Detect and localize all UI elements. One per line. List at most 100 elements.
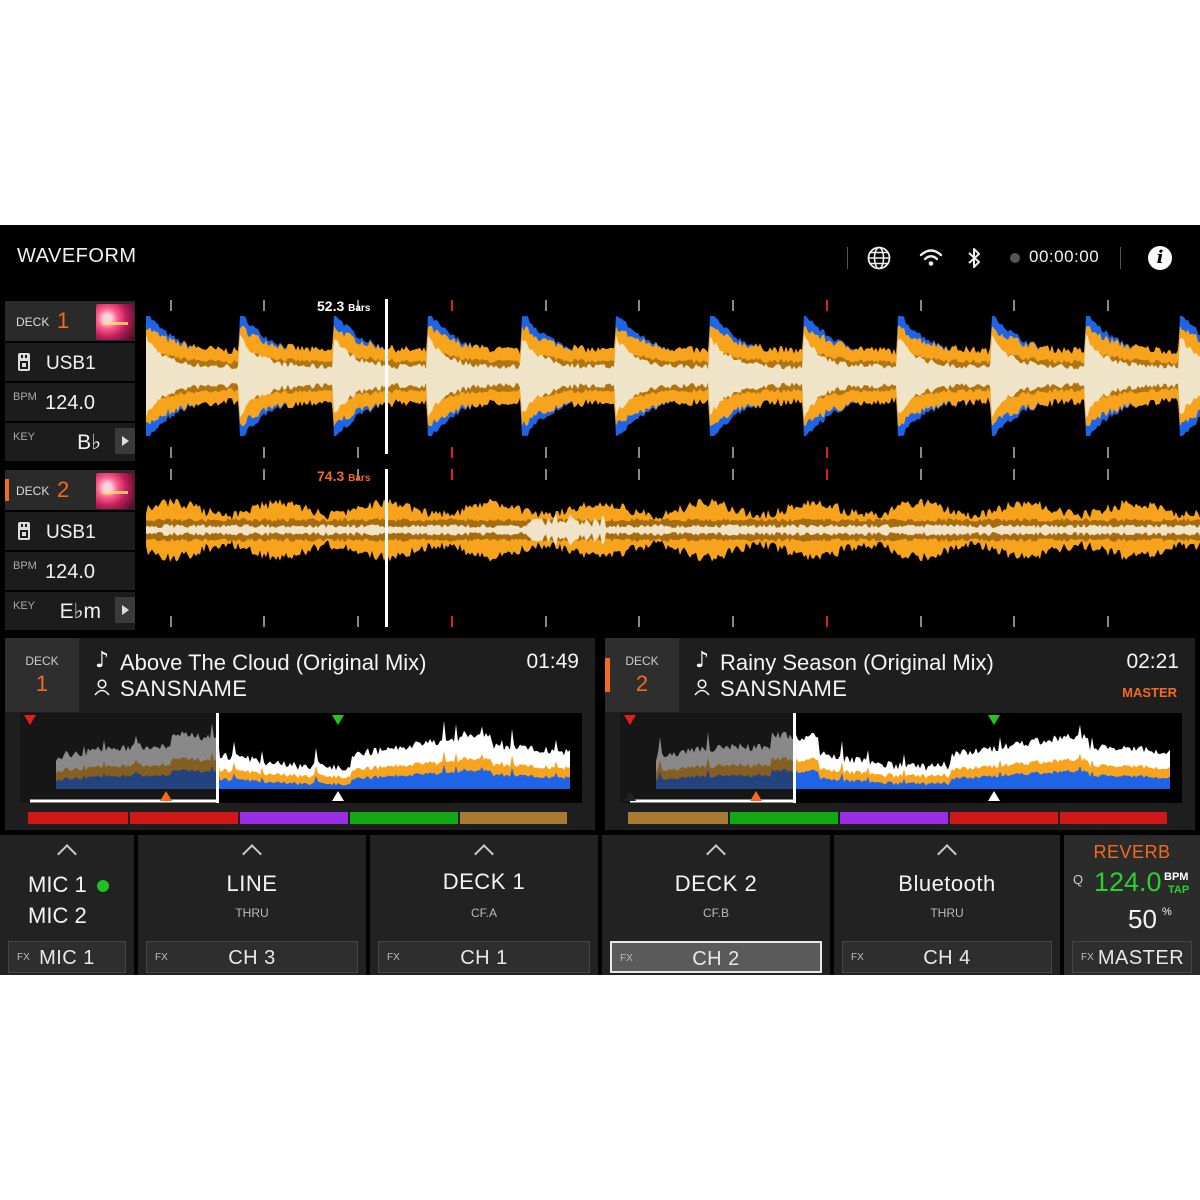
bpm-label: BPM bbox=[13, 560, 37, 572]
deck-1-source-row[interactable]: USB1 bbox=[5, 343, 135, 381]
deck-label: DECK bbox=[16, 484, 50, 498]
waveform-screen: WAVEFORM 00:00:00 i DECK 1 USB1 BPM 124.… bbox=[0, 225, 1200, 975]
beat-fx-panel[interactable]: REVERB Q 124.0 BPM TAP 50 % FX MASTER bbox=[1064, 835, 1200, 975]
deck-2-track-panel: DECK 2 ♪ Rainy Season (Original Mix) SAN… bbox=[605, 638, 1195, 830]
phrase-segment bbox=[240, 812, 348, 824]
deck-2-overview-waveform[interactable] bbox=[620, 713, 1182, 803]
channel-name: LINE bbox=[226, 871, 278, 896]
screen-title: WAVEFORM bbox=[17, 245, 137, 267]
quantize-label: Q bbox=[1073, 872, 1084, 887]
track-remaining-time: 02:21 bbox=[1126, 650, 1179, 673]
deck-1-overview-waveform[interactable] bbox=[20, 713, 582, 803]
track-deck-label: DECK bbox=[625, 654, 659, 668]
chevron-up-icon[interactable] bbox=[834, 844, 1060, 866]
bpm-value: 124.0 bbox=[45, 392, 96, 414]
fx-assign-button[interactable]: FX CH 4 bbox=[842, 941, 1052, 973]
tap-label[interactable]: TAP bbox=[1168, 884, 1189, 896]
channel-deck-2[interactable]: DECK 2 CF.B FX CH 2 bbox=[602, 835, 830, 975]
recording-indicator bbox=[1010, 253, 1020, 263]
channel-crossfader: CF.A bbox=[470, 906, 497, 920]
fx-effect-name[interactable]: REVERB bbox=[1064, 842, 1200, 863]
track-artist: SANSNAME bbox=[120, 676, 248, 701]
deck-2-source-row[interactable]: USB1 bbox=[5, 512, 135, 550]
master-indicator bbox=[5, 479, 9, 501]
fx-target: CH 4 bbox=[923, 947, 971, 969]
header-divider bbox=[1120, 247, 1121, 269]
album-art bbox=[96, 473, 134, 509]
fx-target-button[interactable]: FX MASTER bbox=[1072, 941, 1192, 973]
fx-bpm-label: BPM bbox=[1164, 871, 1189, 883]
phrase-segment bbox=[950, 812, 1058, 824]
mic-active-dot bbox=[96, 880, 109, 893]
phrase-segment bbox=[1060, 812, 1167, 824]
channel-bluetooth[interactable]: Bluetooth THRU FX CH 4 bbox=[834, 835, 1060, 975]
artist-icon bbox=[94, 679, 110, 696]
fx-bpm-value: 124.0 bbox=[1094, 867, 1162, 897]
fx-level-unit: % bbox=[1162, 906, 1172, 918]
phrase-segment bbox=[350, 812, 458, 824]
channel-crossfader: THRU bbox=[930, 906, 964, 920]
deck-1-header[interactable]: DECK 1 bbox=[5, 301, 135, 341]
track-title: Rainy Season (Original Mix) bbox=[720, 650, 994, 675]
usb-icon bbox=[18, 522, 30, 540]
music-note-icon: ♪ bbox=[95, 648, 110, 673]
master-indicator bbox=[605, 658, 610, 692]
deck-2-panel: DECK 2 USB1 BPM 124.0 KEY E♭m bbox=[5, 470, 135, 630]
deck-1-panel: DECK 1 USB1 BPM 124.0 KEY B♭ bbox=[5, 301, 135, 461]
bluetooth-icon[interactable] bbox=[961, 245, 987, 271]
chevron-up-icon[interactable] bbox=[0, 844, 134, 866]
deck-source: USB1 bbox=[46, 353, 96, 374]
globe-icon[interactable] bbox=[866, 245, 892, 271]
channel-crossfader: CF.B bbox=[702, 906, 729, 920]
deck-1-bars-remaining: 52.3 Bars bbox=[317, 298, 371, 314]
deck-1-track-panel: DECK 1 ♪ Above The Cloud (Original Mix) … bbox=[5, 638, 595, 830]
channel-mic[interactable]: MIC 1 MIC 2 FX MIC 1 bbox=[0, 835, 134, 975]
fx-target: MIC 1 bbox=[39, 947, 95, 969]
fx-assign-button[interactable]: FX CH 3 bbox=[146, 941, 358, 973]
key-label: KEY bbox=[13, 431, 36, 443]
deck-2-header[interactable]: DECK 2 bbox=[5, 470, 135, 510]
recording-time: 00:00:00 bbox=[1029, 247, 1100, 266]
music-note-icon: ♪ bbox=[695, 648, 710, 673]
track-deck-badge: DECK 1 bbox=[5, 638, 79, 712]
phrase-segment bbox=[628, 812, 728, 824]
key-play-button[interactable] bbox=[115, 597, 135, 623]
deck-number: 1 bbox=[57, 308, 70, 333]
channel-crossfader: THRU bbox=[235, 906, 269, 920]
track-deck-label: DECK bbox=[25, 654, 59, 668]
fx-target: MASTER bbox=[1097, 947, 1185, 969]
key-play-button[interactable] bbox=[115, 428, 135, 454]
info-icon[interactable]: i bbox=[1148, 246, 1172, 270]
phrase-segment bbox=[730, 812, 838, 824]
artist-icon bbox=[694, 679, 710, 696]
usb-icon bbox=[18, 353, 30, 371]
album-art bbox=[96, 304, 134, 340]
fx-assign-button[interactable]: FX MIC 1 bbox=[8, 941, 126, 973]
chevron-up-icon[interactable] bbox=[138, 844, 366, 866]
track-deck-number: 1 bbox=[35, 671, 49, 696]
phrase-segment bbox=[840, 812, 948, 824]
mic-1-label: MIC 1 bbox=[28, 872, 109, 898]
header-divider bbox=[847, 247, 848, 269]
deck-1-playhead bbox=[385, 299, 388, 454]
deck-2-key-row: KEY E♭m bbox=[5, 592, 135, 630]
fx-assign-button[interactable]: FX CH 1 bbox=[378, 941, 590, 973]
deck-2-waveform[interactable] bbox=[146, 466, 1200, 630]
master-label: MASTER bbox=[1122, 685, 1177, 700]
phrase-segment bbox=[460, 812, 567, 824]
channel-line[interactable]: LINE THRU FX CH 3 bbox=[138, 835, 366, 975]
channel-deck-1[interactable]: DECK 1 CF.A FX CH 1 bbox=[370, 835, 598, 975]
bpm-label: BPM bbox=[13, 391, 37, 403]
fx-assign-button[interactable]: FX CH 2 bbox=[610, 941, 822, 973]
deck-1-key-row: KEY B♭ bbox=[5, 423, 135, 461]
deck-1-waveform[interactable] bbox=[146, 297, 1200, 461]
deck-source: USB1 bbox=[46, 522, 96, 543]
track-deck-badge: DECK 2 bbox=[605, 638, 679, 712]
wifi-icon[interactable] bbox=[918, 245, 944, 271]
chevron-up-icon[interactable] bbox=[370, 844, 598, 866]
chevron-up-icon[interactable] bbox=[602, 844, 830, 866]
fx-target: CH 1 bbox=[460, 947, 508, 969]
track-deck-number: 2 bbox=[635, 671, 649, 696]
track-artist: SANSNAME bbox=[720, 676, 848, 701]
track-title: Above The Cloud (Original Mix) bbox=[120, 650, 427, 675]
